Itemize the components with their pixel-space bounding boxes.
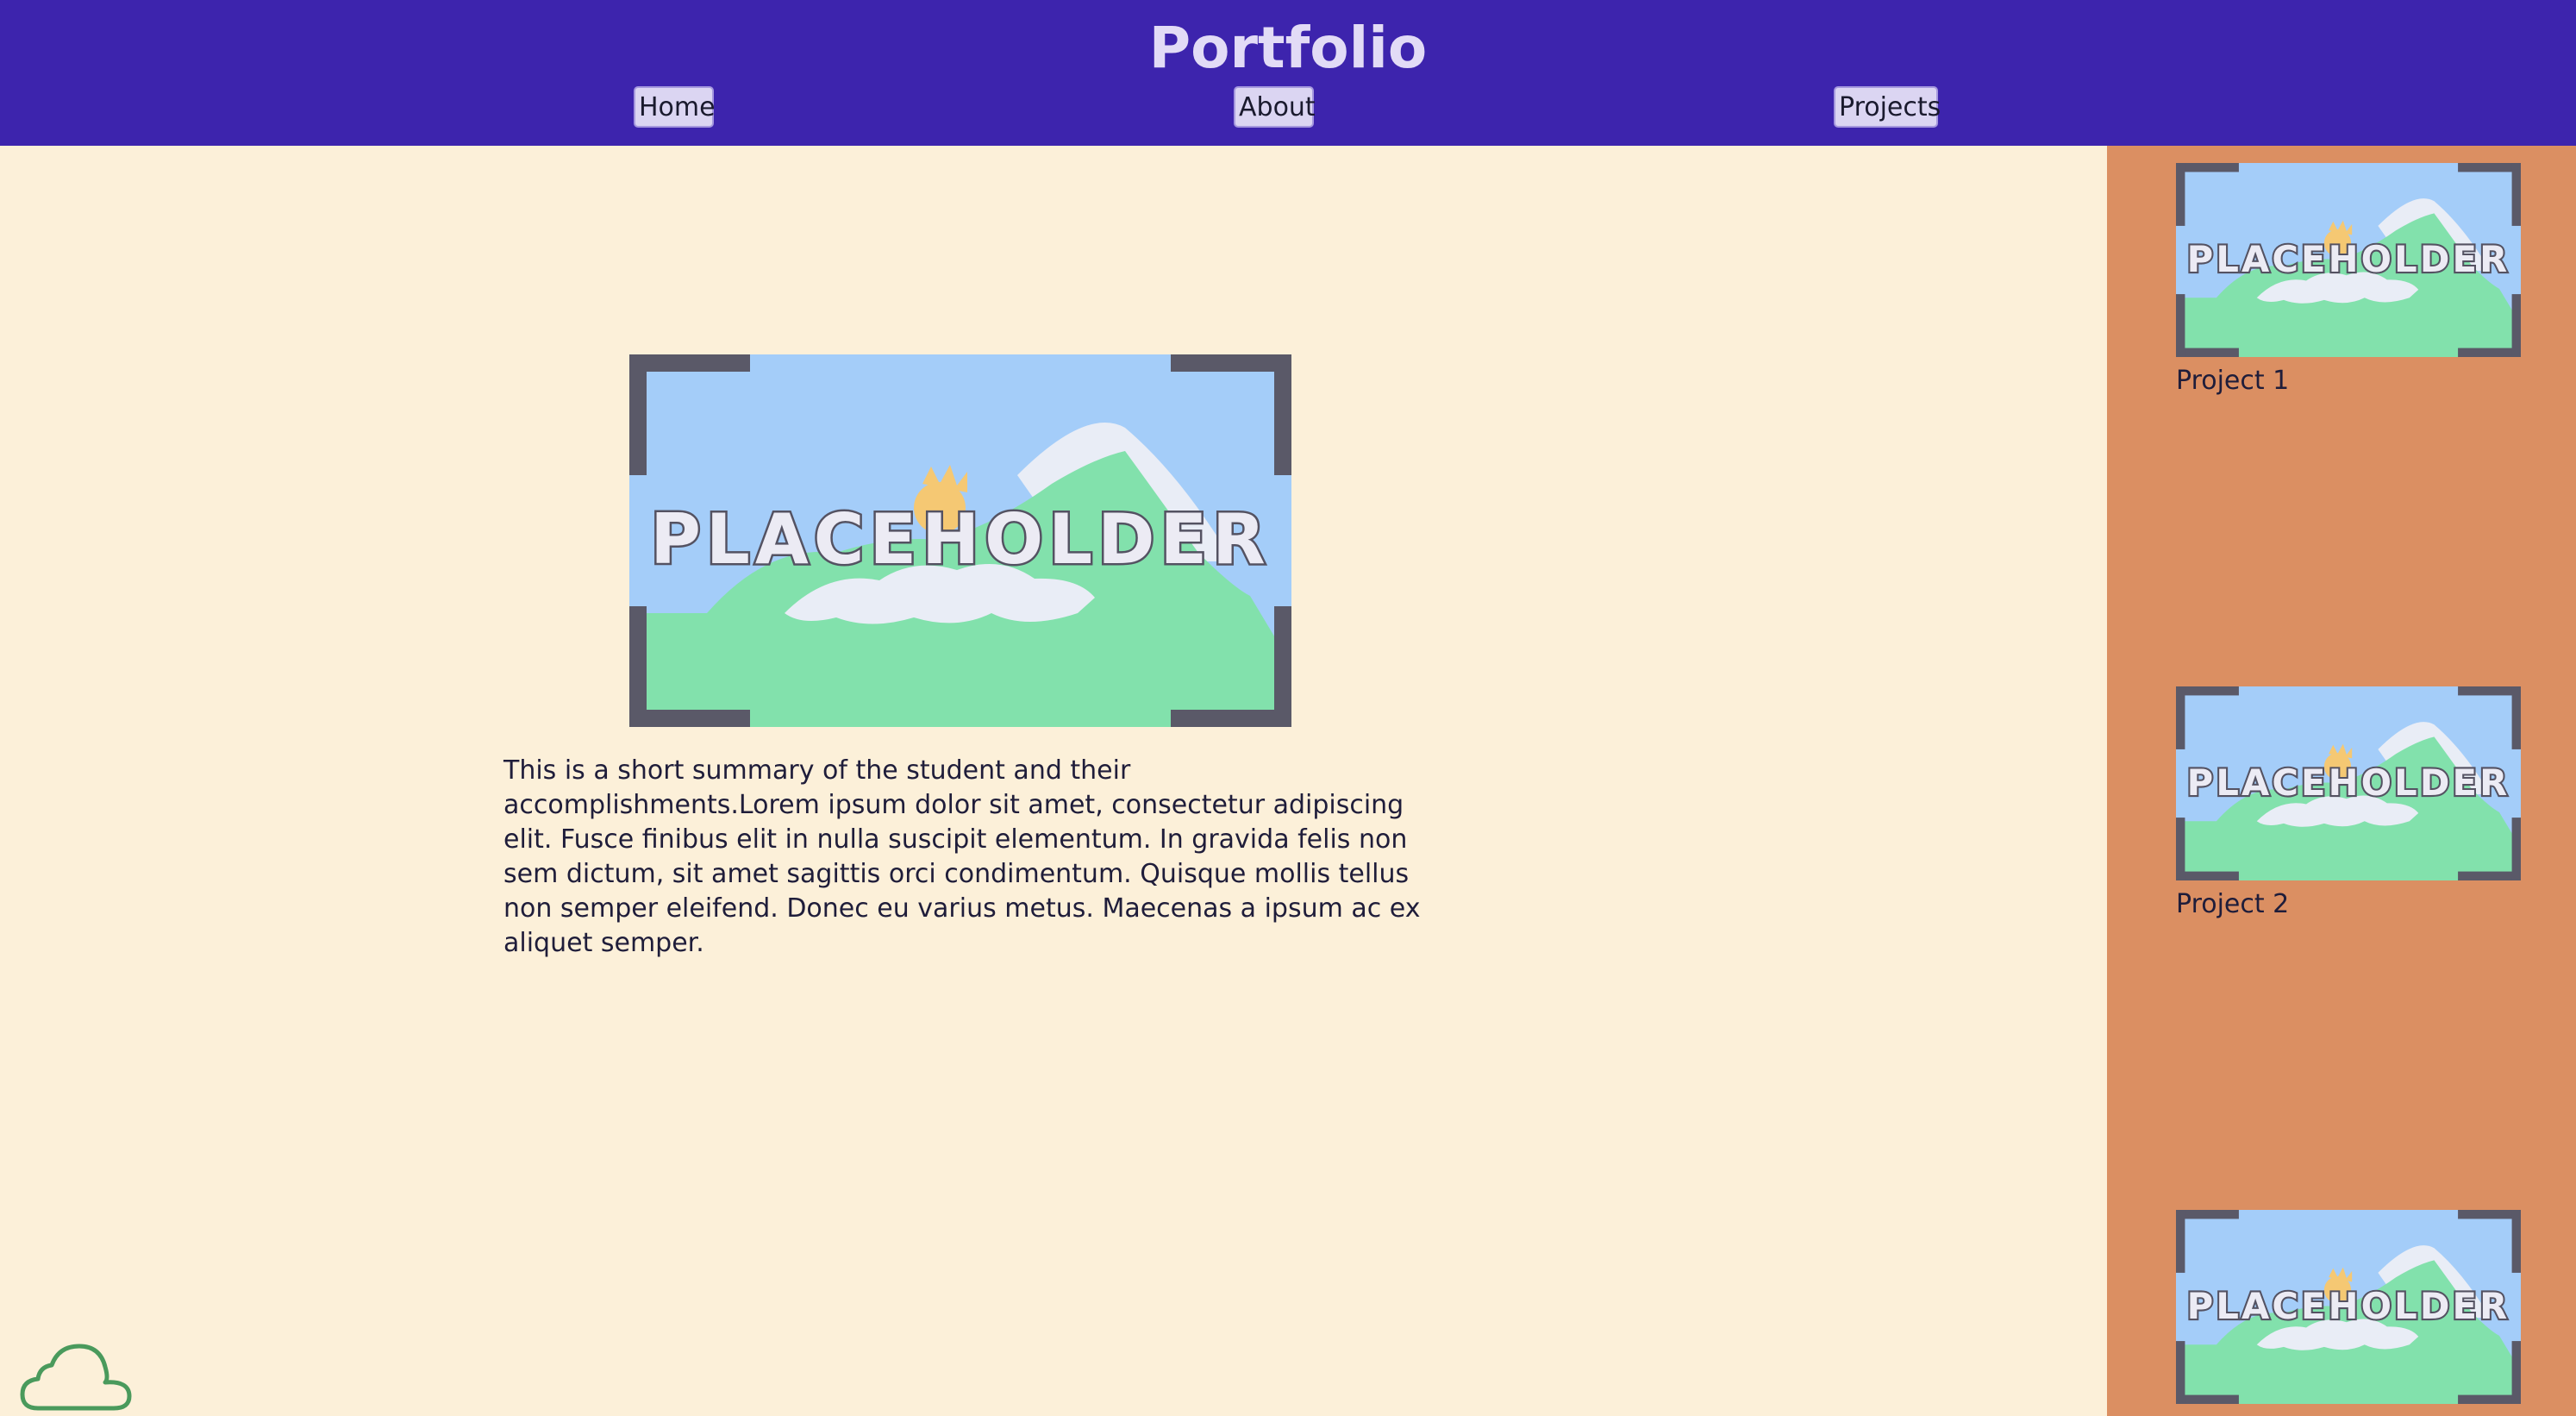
project-3-image[interactable]: PLACEHOLDER [2176,1210,2521,1404]
project-2-image-text: PLACEHOLDER [2187,761,2510,804]
project-2-image[interactable]: PLACEHOLDER [2176,686,2521,880]
project-1-image[interactable]: PLACEHOLDER [2176,163,2521,357]
site-header: Portfolio Home About Projects [0,0,2576,146]
project-1-image-text: PLACEHOLDER [2187,238,2510,280]
hero-placeholder-image: PLACEHOLDER [629,354,1291,727]
cloud-icon[interactable] [19,1341,133,1412]
hero-image-text: PLACEHOLDER [650,499,1270,580]
nav-home-button[interactable]: Home [634,86,716,128]
project-1-label[interactable]: Project 1 [2176,364,2289,398]
project-2-label[interactable]: Project 2 [2176,887,2289,922]
nav-projects-button[interactable]: Projects [1834,86,1941,128]
nav-about-button[interactable]: About [1234,86,1316,128]
project-3-image-text: PLACEHOLDER [2187,1285,2510,1327]
site-title: Portfolio [1148,15,1428,81]
summary-text: This is a short summary of the student a… [503,755,1421,958]
